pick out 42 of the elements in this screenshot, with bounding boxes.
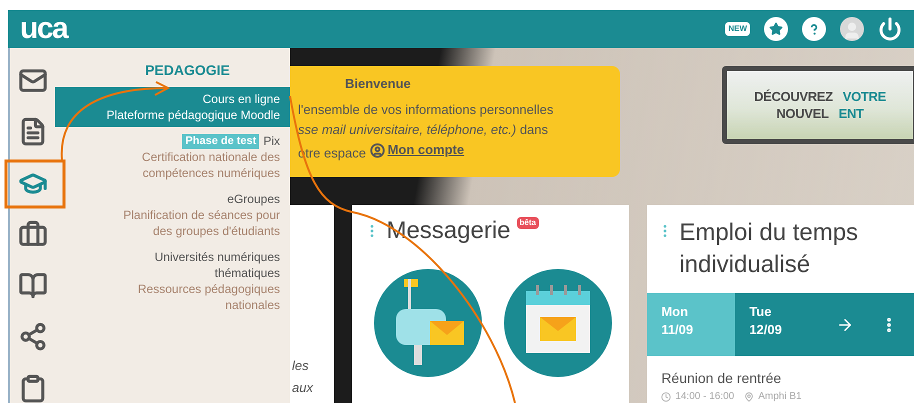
menu-item-subtitle: Planification de séances pour des groupes d'étudiants — [122, 207, 280, 239]
calendar-mail-icon[interactable] — [504, 269, 612, 377]
account-link[interactable]: Mon compte — [370, 140, 464, 160]
partial-text: les — [292, 357, 309, 375]
menu-item[interactable]: Phase de test Pix Certification nationale des compétences numériques — [55, 129, 290, 185]
menu-item-title: Pix — [263, 133, 280, 149]
event-place: Amphi B1 — [758, 390, 802, 403]
menu-item-title: eGroupes — [227, 191, 280, 207]
user-icon — [370, 142, 385, 158]
highlight-frame — [4, 160, 66, 208]
menu-heading: PEDAGOGIE — [144, 61, 231, 80]
pin-icon — [744, 392, 754, 402]
test-phase-badge: Phase de test — [182, 134, 260, 148]
welcome-title: Bienvenue — [344, 75, 412, 93]
promo-word: NOUVEL — [776, 107, 829, 120]
menu-item-subtitle: Ressources pédagogiques nationales — [136, 281, 280, 313]
menu-item[interactable]: Cours en ligne Plateforme pédagogique Moodle — [55, 87, 290, 127]
beta-badge: bêta — [516, 217, 539, 229]
share-icon[interactable] — [18, 322, 48, 352]
menu-item-subtitle: Plateforme pédagogique Moodle — [106, 107, 280, 123]
promo-word: ENT — [838, 107, 864, 120]
promo-banner[interactable]: DÉCOUVREZ VOTRE NOUVEL ENT — [722, 66, 914, 144]
partial-text: aux — [292, 379, 313, 397]
menu-item[interactable]: eGroupes Planification de séances pour des groupes d'étudiants — [55, 187, 290, 243]
event-time: 14:00 - 16:00 — [675, 390, 734, 403]
menu-item-title: Universités numériques thématiques — [154, 249, 280, 281]
menu-item[interactable]: Universités numériques thématiques Ressources pédagogiques nationales — [55, 245, 290, 317]
logo[interactable]: uca — [20, 14, 68, 44]
promo-word: DÉCOUVREZ — [754, 90, 833, 103]
clock-icon — [661, 392, 672, 402]
event-title: Réunion de rentrée — [661, 369, 782, 388]
mailbox-icon[interactable] — [374, 269, 482, 377]
help-icon[interactable] — [802, 17, 826, 41]
menu-item-title: Cours en ligne — [202, 91, 280, 107]
card-title: Emploi du temps individualisé — [679, 218, 860, 280]
book-icon[interactable] — [18, 271, 48, 300]
menu-item-subtitle: Certification nationale des compétences numériques — [140, 149, 280, 181]
power-icon[interactable] — [878, 17, 902, 41]
promo-word: VOTRE — [842, 90, 886, 103]
new-badge[interactable]: NEW — [725, 22, 750, 36]
day-tab[interactable]: Tue 12/09 — [735, 293, 824, 356]
avatar-icon[interactable] — [840, 17, 864, 41]
